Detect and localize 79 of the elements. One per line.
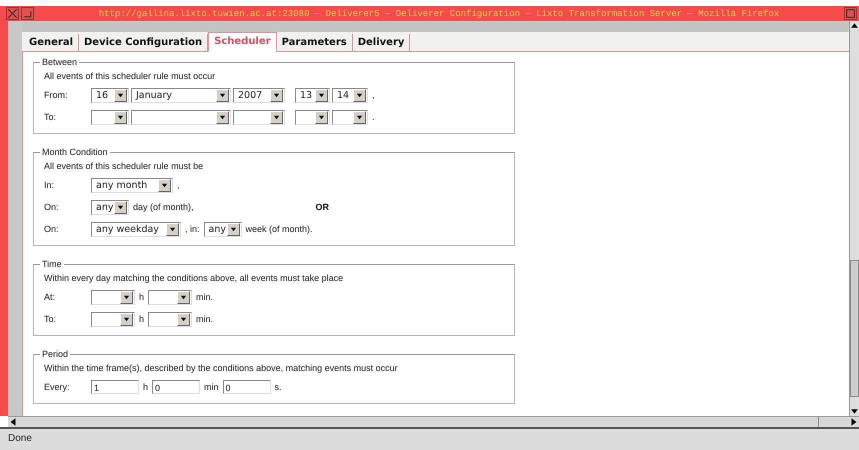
field-label: In: <box>44 180 56 190</box>
dropdown[interactable] <box>131 110 231 124</box>
dropdown[interactable]: 14 <box>332 88 368 102</box>
field-label: On: <box>44 224 60 234</box>
caret-icon[interactable] <box>123 294 130 300</box>
field-label: From: <box>44 90 68 100</box>
dropdown[interactable]: any weekday <box>91 222 181 236</box>
caret-icon[interactable] <box>117 92 124 98</box>
field-text: s. <box>274 382 283 392</box>
dropdown[interactable] <box>148 312 192 326</box>
field-text: min. <box>195 292 214 302</box>
caret-icon[interactable] <box>180 294 188 300</box>
field-text: , <box>176 180 181 190</box>
field-text: h <box>138 292 146 302</box>
field-text: day (of month), <box>132 202 195 212</box>
caret-icon[interactable] <box>356 114 363 120</box>
caret-icon[interactable] <box>318 114 325 120</box>
dropdown[interactable] <box>332 110 368 124</box>
tab[interactable]: Parameters <box>276 34 353 51</box>
horizontal-scrollbar[interactable] <box>8 416 859 427</box>
window-title: http://gallina.lixto.tuwien.ac.at:23080 — Deliverer5 — Deliverer Configuration — Lixto Transformation Server — Mozilla Firefox <box>98 8 780 18</box>
section-legend: Time <box>40 258 64 270</box>
dropdown[interactable] <box>91 312 135 326</box>
caret-icon[interactable] <box>161 182 168 188</box>
input-field[interactable]: 0 <box>222 380 271 394</box>
caret-icon[interactable] <box>117 114 124 120</box>
field-text: . <box>371 112 376 122</box>
field-text: min <box>203 382 220 392</box>
caret-icon[interactable] <box>117 204 124 210</box>
input-field[interactable]: 1 <box>91 380 139 394</box>
dropdown[interactable] <box>233 110 285 124</box>
section-legend: Between <box>40 56 80 68</box>
dropdown[interactable] <box>295 110 330 124</box>
field-text: , <box>371 90 376 100</box>
dropdown[interactable]: any month <box>91 178 173 192</box>
field-text: , in: <box>184 224 201 234</box>
tab[interactable]: Delivery <box>352 34 410 51</box>
dropdown[interactable] <box>91 290 135 304</box>
status-text: Done <box>8 433 32 444</box>
section-legend: Month Condition <box>40 146 110 158</box>
minimize-icon[interactable] <box>21 7 34 20</box>
or-label: OR <box>316 202 330 212</box>
input-field[interactable]: 0 <box>152 380 200 394</box>
section-description: All events of this scheduler rule must occur <box>44 70 216 83</box>
field-text: h <box>142 382 150 392</box>
dropdown[interactable]: January <box>131 88 231 102</box>
field-label: To: <box>44 314 58 324</box>
caret-icon[interactable] <box>273 114 280 120</box>
section-legend: Period <box>40 348 70 360</box>
section-description: Within every day matching the conditions above, all events must take place <box>44 272 344 285</box>
caret-icon[interactable] <box>230 226 237 232</box>
caret-icon[interactable] <box>318 92 325 98</box>
caret-icon[interactable] <box>180 316 188 322</box>
vertical-scrollbar[interactable] <box>849 21 859 416</box>
field-label: On: <box>44 202 60 212</box>
field-label: At: <box>44 292 56 302</box>
dropdown[interactable] <box>91 110 129 124</box>
caret-icon[interactable] <box>219 114 226 120</box>
caret-icon[interactable] <box>273 92 280 98</box>
section-description: All events of this scheduler rule must be <box>44 160 204 173</box>
field-text: h <box>138 314 146 324</box>
field-label: To: <box>44 112 58 122</box>
caret-icon[interactable] <box>123 316 130 322</box>
dropdown[interactable]: 2007 <box>233 88 285 102</box>
field-text: min. <box>195 314 214 324</box>
dropdown[interactable]: 13 <box>295 88 330 102</box>
tab[interactable]: General <box>24 34 79 51</box>
tab[interactable]: Scheduler <box>208 32 277 52</box>
field-text: week (of month). <box>244 224 314 234</box>
caret-icon[interactable] <box>356 92 363 98</box>
caret-icon[interactable] <box>219 92 226 98</box>
close-icon[interactable] <box>6 7 19 20</box>
field-label: Every: <box>44 382 71 392</box>
dropdown[interactable]: 16 <box>91 88 129 102</box>
dropdown[interactable]: any <box>91 200 129 214</box>
caret-icon[interactable] <box>169 226 176 232</box>
dropdown[interactable] <box>148 290 192 304</box>
dropdown[interactable]: any <box>204 222 242 236</box>
section-description: Within the time frame(s), described by the conditions above, matching events must occur <box>44 362 399 375</box>
